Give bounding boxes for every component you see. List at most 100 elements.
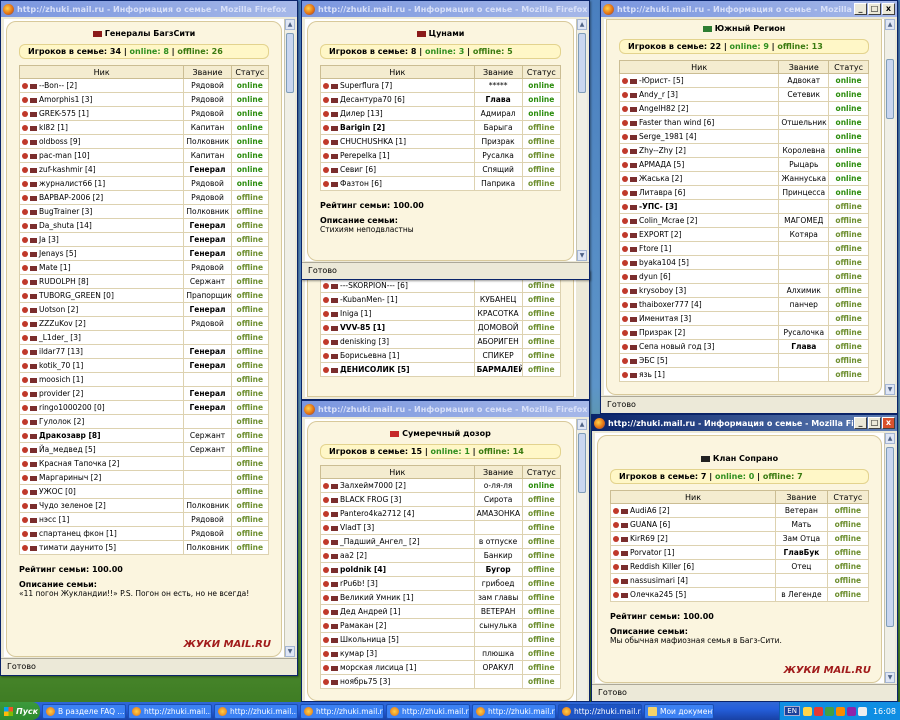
member-name[interactable]: ringo1000200 [0] bbox=[39, 403, 105, 412]
member-name[interactable]: Дилер [13] bbox=[340, 109, 383, 118]
member-nick[interactable]: Красная Тапочка [2] bbox=[18, 456, 185, 471]
member-name[interactable]: журналист66 [1] bbox=[39, 179, 105, 188]
member-info-icon[interactable] bbox=[22, 111, 28, 117]
member-name[interactable]: ноябрь75 [3] bbox=[340, 677, 390, 686]
member-info-icon[interactable] bbox=[323, 367, 329, 373]
member-nick[interactable]: kl82 [1] bbox=[18, 120, 185, 135]
member-info-icon[interactable] bbox=[323, 665, 329, 671]
member-info-icon[interactable] bbox=[22, 517, 28, 523]
scroll-thumb[interactable] bbox=[286, 33, 294, 93]
member-info-icon[interactable] bbox=[323, 609, 329, 615]
member-name[interactable]: oldboss [9] bbox=[39, 137, 81, 146]
member-info-icon[interactable] bbox=[22, 321, 28, 327]
member-nick[interactable]: EXPORT [2] bbox=[618, 227, 780, 242]
member-nick[interactable]: Рамакан [2] bbox=[320, 618, 475, 633]
member-info-icon[interactable] bbox=[22, 349, 28, 355]
member-info-icon[interactable] bbox=[22, 419, 28, 425]
member-name[interactable]: nassusimari [4] bbox=[630, 576, 688, 585]
close-button[interactable]: x bbox=[882, 417, 895, 429]
scroll-down-icon[interactable]: ▼ bbox=[577, 250, 587, 261]
member-name[interactable]: denisking [3] bbox=[340, 337, 389, 346]
taskbar-item[interactable]: http://zhuki.mail.r... bbox=[472, 703, 556, 719]
member-nick[interactable]: -УПС- [3] bbox=[618, 199, 780, 214]
member-name[interactable]: Uotson [2] bbox=[39, 305, 78, 314]
member-name[interactable]: byaka104 [5] bbox=[639, 258, 689, 267]
member-nick[interactable]: denisking [3] bbox=[320, 334, 475, 349]
member-name[interactable]: Сепа новый год [3] bbox=[639, 342, 715, 351]
member-nick[interactable]: -Юрист- [5] bbox=[618, 73, 780, 88]
taskbar-item-active[interactable]: http://zhuki.mail.r... bbox=[558, 703, 642, 719]
member-info-icon[interactable] bbox=[22, 251, 28, 257]
member-nick[interactable]: Superflura [7] bbox=[320, 78, 475, 93]
member-name[interactable]: Борисьевна [1] bbox=[340, 351, 399, 360]
member-info-icon[interactable] bbox=[22, 195, 28, 201]
member-info-icon[interactable] bbox=[622, 274, 628, 280]
member-name[interactable]: Porvator [1] bbox=[630, 548, 675, 557]
member-info-icon[interactable] bbox=[22, 531, 28, 537]
maximize-button[interactable]: □ bbox=[868, 3, 881, 15]
member-nick[interactable]: oldboss [9] bbox=[18, 134, 185, 149]
scroll-up-icon[interactable]: ▲ bbox=[577, 419, 587, 430]
member-info-icon[interactable] bbox=[613, 522, 619, 528]
member-info-icon[interactable] bbox=[22, 447, 28, 453]
window-soprano-clan[interactable]: http://zhuki.mail.ru - Информация о семь… bbox=[591, 414, 898, 702]
member-name[interactable]: ЭБС [5] bbox=[639, 356, 668, 365]
member-info-icon[interactable] bbox=[622, 218, 628, 224]
member-nick[interactable]: Reddish Killer [6] bbox=[609, 559, 777, 574]
member-nick[interactable]: Олечка245 [5] bbox=[609, 587, 777, 602]
member-info-icon[interactable] bbox=[22, 83, 28, 89]
tray-icon[interactable] bbox=[835, 706, 845, 716]
member-info-icon[interactable] bbox=[622, 246, 628, 252]
member-nick[interactable]: CHUCHUSHKA [1] bbox=[320, 134, 475, 149]
member-nick[interactable]: ДЕНИСОЛИК [5] bbox=[320, 362, 475, 377]
member-nick[interactable]: кумар [3] bbox=[320, 646, 475, 661]
member-info-icon[interactable] bbox=[622, 232, 628, 238]
member-nick[interactable]: морская лисица [1] bbox=[320, 660, 475, 675]
member-nick[interactable]: Борисьевна [1] bbox=[320, 348, 475, 363]
taskbar-item[interactable]: http://zhuki.mail.r... bbox=[300, 703, 384, 719]
member-nick[interactable]: Йа_медвед [5] bbox=[18, 442, 185, 457]
member-nick[interactable]: Porvator [1] bbox=[609, 545, 777, 560]
member-info-icon[interactable] bbox=[22, 405, 28, 411]
member-info-icon[interactable] bbox=[323, 623, 329, 629]
member-info-icon[interactable] bbox=[323, 353, 329, 359]
member-name[interactable]: Andy_r [3] bbox=[639, 90, 678, 99]
member-info-icon[interactable] bbox=[613, 536, 619, 542]
member-name[interactable]: Дракозавр [8] bbox=[39, 431, 101, 440]
tray-icon[interactable] bbox=[802, 706, 812, 716]
member-info-icon[interactable] bbox=[622, 78, 628, 84]
member-name[interactable]: ildar77 [13] bbox=[39, 347, 83, 356]
member-info-icon[interactable] bbox=[22, 279, 28, 285]
member-nick[interactable]: VVV-85 [1] bbox=[320, 320, 475, 335]
member-name[interactable]: dyun [6] bbox=[639, 272, 671, 281]
member-info-icon[interactable] bbox=[22, 377, 28, 383]
taskbar-item[interactable]: В разделе FAQ ... bbox=[42, 703, 126, 719]
start-button[interactable]: Пуск bbox=[0, 702, 40, 720]
member-name[interactable]: Amorphis1 [3] bbox=[39, 95, 92, 104]
member-nick[interactable]: ноябрь75 [3] bbox=[320, 674, 475, 689]
member-info-icon[interactable] bbox=[323, 339, 329, 345]
member-nick[interactable]: Гулолок [2] bbox=[18, 414, 185, 429]
member-name[interactable]: Маргариныч [2] bbox=[39, 473, 101, 482]
member-info-icon[interactable] bbox=[622, 176, 628, 182]
member-name[interactable]: Севиг [6] bbox=[340, 165, 376, 174]
member-name[interactable]: kotik_70 [1] bbox=[39, 361, 83, 370]
member-name[interactable]: BugTrainer [3] bbox=[39, 207, 92, 216]
member-nick[interactable]: Jenays [5] bbox=[18, 246, 185, 261]
member-name[interactable]: Faster than wind [6] bbox=[639, 118, 714, 127]
member-nick[interactable]: Чудо зеленое [2] bbox=[18, 498, 185, 513]
member-name[interactable]: Школьница [5] bbox=[340, 635, 399, 644]
member-info-icon[interactable] bbox=[622, 190, 628, 196]
member-nick[interactable]: VladT [3] bbox=[320, 520, 475, 535]
member-nick[interactable]: GREK-575 [1] bbox=[18, 106, 185, 121]
member-name[interactable]: TUBORG_GREEN [0] bbox=[39, 291, 114, 300]
member-nick[interactable]: Дракозавр [8] bbox=[18, 428, 185, 443]
vertical-scrollbar[interactable]: ▲ bbox=[576, 419, 587, 701]
member-name[interactable]: Великий Умник [1] bbox=[340, 593, 414, 602]
member-nick[interactable]: rPu6b! [3] bbox=[320, 576, 475, 591]
member-name[interactable]: ---SKORPION--- [6] bbox=[340, 281, 408, 290]
member-info-icon[interactable] bbox=[22, 139, 28, 145]
member-name[interactable]: ДЕНИСОЛИК [5] bbox=[340, 365, 410, 374]
member-info-icon[interactable] bbox=[323, 139, 329, 145]
member-nick[interactable]: Литавра [6] bbox=[618, 185, 780, 200]
